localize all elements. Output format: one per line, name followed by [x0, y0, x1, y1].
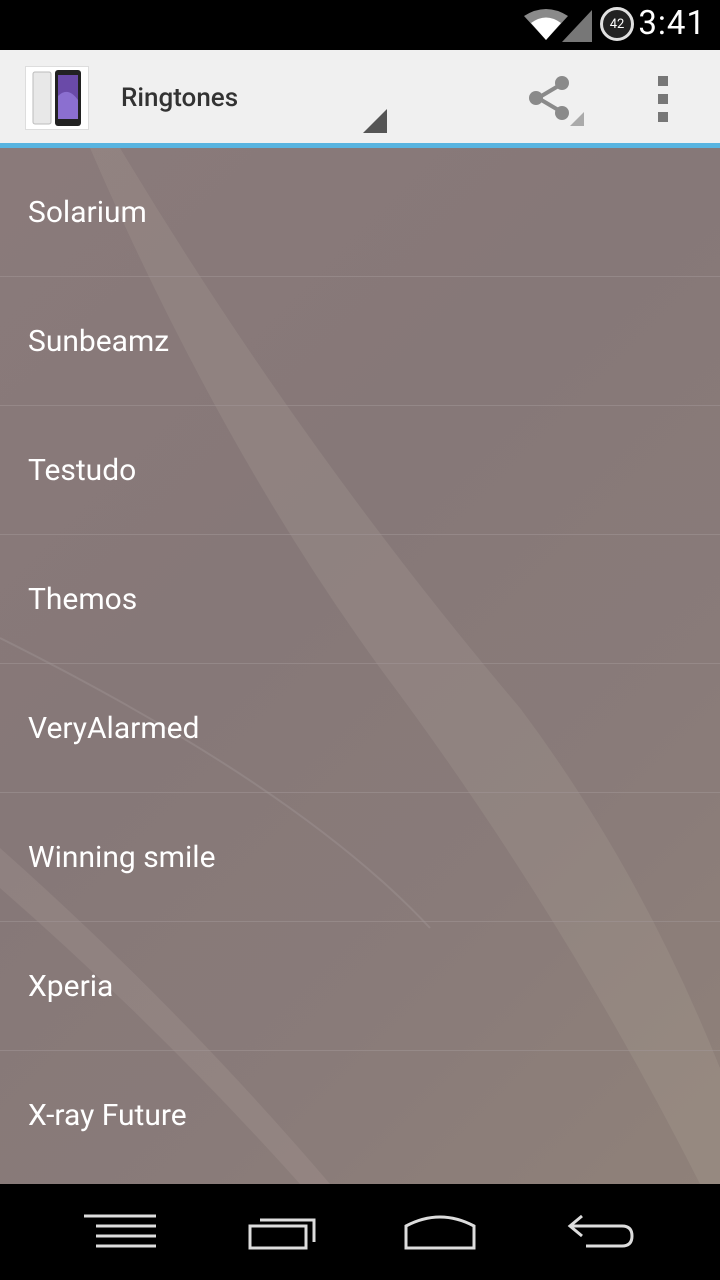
navigation-bar	[0, 1184, 720, 1280]
action-bar: Ringtones	[0, 50, 720, 143]
list-item[interactable]: Themos	[0, 535, 720, 664]
list-item-label: Sunbeamz	[28, 323, 170, 359]
share-icon[interactable]	[524, 74, 588, 130]
list-item[interactable]: Solarium	[0, 148, 720, 277]
battery-level: 42	[609, 16, 625, 32]
list-item-label: X-ray Future	[28, 1098, 187, 1133]
signal-icon	[562, 10, 592, 42]
battery-icon: 42	[600, 7, 634, 41]
list-item-label: Xperia	[28, 968, 114, 1004]
list-item[interactable]: Sunbeamz	[0, 277, 720, 406]
list-item-label: Themos	[28, 581, 138, 617]
overflow-menu-icon[interactable]	[655, 76, 671, 122]
status-time: 3:41	[638, 4, 706, 43]
back-icon[interactable]	[545, 1184, 655, 1280]
recent-apps-icon[interactable]	[227, 1184, 337, 1280]
list-item-label: Solarium	[28, 194, 147, 230]
ringtone-list[interactable]: Solarium Sunbeamz Testudo Themos VeryAla…	[0, 148, 720, 1184]
status-bar: 42 3:41	[0, 0, 720, 50]
list-item[interactable]: Winning smile	[0, 793, 720, 922]
app-icon[interactable]	[25, 66, 89, 130]
page-title[interactable]: Ringtones	[121, 83, 238, 113]
list-item[interactable]: VeryAlarmed	[0, 664, 720, 793]
list-item-label: Testudo	[28, 452, 137, 488]
list-item[interactable]: Testudo	[0, 406, 720, 535]
list-item[interactable]: Xperia	[0, 922, 720, 1051]
list-item[interactable]: X-ray Future	[0, 1051, 720, 1180]
spinner-indicator-icon	[363, 109, 387, 133]
list-item-label: Winning smile	[28, 839, 216, 875]
menu-icon[interactable]	[65, 1184, 175, 1280]
list-item-label: VeryAlarmed	[28, 710, 200, 746]
home-icon[interactable]	[385, 1184, 495, 1280]
